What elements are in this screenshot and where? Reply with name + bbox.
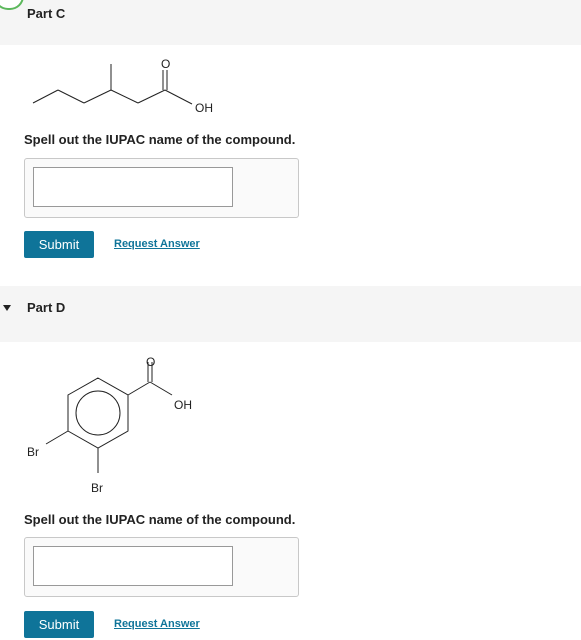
hydroxyl-label: OH bbox=[195, 101, 213, 115]
bromine-label: Br bbox=[91, 481, 103, 495]
bond bbox=[57, 89, 85, 104]
bromine-label: Br bbox=[27, 445, 39, 459]
benzene-ring bbox=[67, 377, 129, 449]
part-c-header[interactable] bbox=[0, 0, 581, 45]
part-c-answer-box bbox=[24, 158, 299, 218]
part-d-answer-input[interactable] bbox=[33, 546, 233, 586]
caret-down-icon[interactable] bbox=[3, 305, 11, 311]
part-c-prompt: Spell out the IUPAC name of the compound… bbox=[24, 132, 296, 147]
part-c-submit-button[interactable]: Submit bbox=[24, 231, 94, 258]
bond bbox=[45, 430, 69, 445]
part-c-title: Part C bbox=[27, 6, 66, 21]
bond bbox=[110, 89, 139, 104]
part-d-title: Part D bbox=[27, 300, 66, 315]
bond bbox=[32, 89, 59, 104]
bond bbox=[137, 89, 166, 104]
part-c-answer-input[interactable] bbox=[33, 167, 233, 207]
part-d-structure: O OH Br Br bbox=[27, 355, 192, 495]
part-d-request-answer-link[interactable]: Request Answer bbox=[114, 618, 200, 630]
bond bbox=[149, 381, 173, 396]
part-d-submit-button[interactable]: Submit bbox=[24, 611, 94, 638]
bond bbox=[164, 89, 193, 105]
part-d-header[interactable] bbox=[0, 286, 581, 342]
part-d-answer-box bbox=[24, 537, 299, 597]
aromatic-circle bbox=[75, 390, 121, 436]
part-c-structure: O OH bbox=[32, 57, 213, 115]
bond bbox=[83, 89, 112, 104]
hydroxyl-label: OH bbox=[174, 398, 192, 412]
bond bbox=[127, 381, 151, 396]
oxygen-label: O bbox=[146, 355, 155, 369]
part-d-prompt: Spell out the IUPAC name of the compound… bbox=[24, 512, 296, 527]
part-c-request-answer-link[interactable]: Request Answer bbox=[114, 238, 200, 250]
oxygen-label: O bbox=[161, 57, 170, 71]
